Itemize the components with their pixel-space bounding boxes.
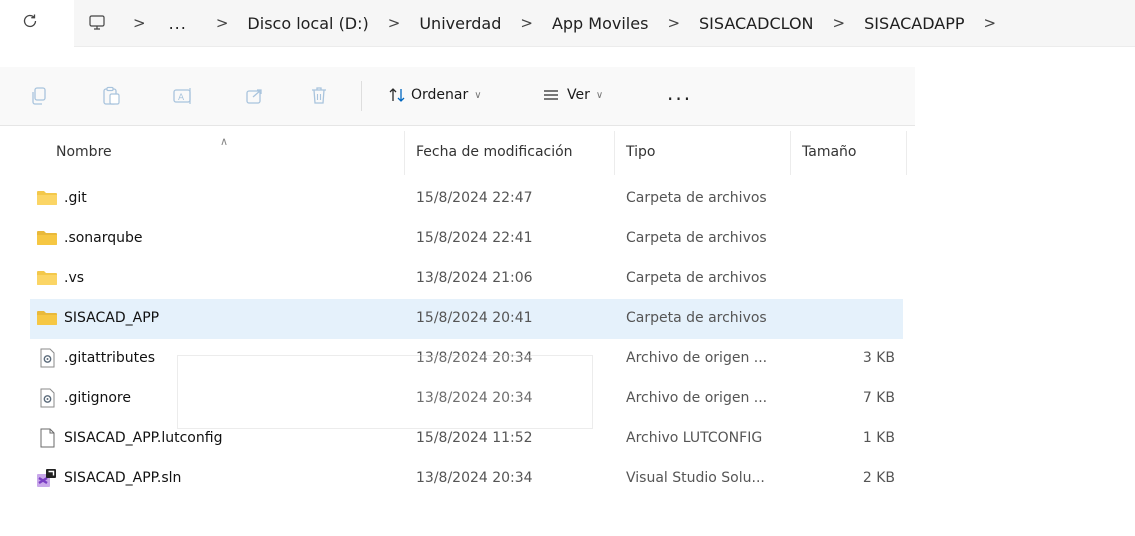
file-type: Archivo LUTCONFIG <box>626 430 763 446</box>
config-file-icon <box>36 348 58 368</box>
breadcrumb[interactable]: > ... > Disco local (D:) > Univerdad > A… <box>74 0 1135 47</box>
breadcrumb-overflow[interactable]: ... <box>169 14 187 33</box>
file-type: Archivo de origen ... <box>626 350 768 366</box>
list-item[interactable]: .vs 13/8/2024 21:06 Carpeta de archivos <box>30 259 903 299</box>
file-type: Carpeta de archivos <box>626 230 767 246</box>
column-divider[interactable] <box>906 131 907 175</box>
sort-icon <box>389 88 405 102</box>
file-name: SISACAD_APP <box>64 310 160 326</box>
breadcrumb-item-sisacadclon[interactable]: SISACADCLON <box>699 14 814 33</box>
file-size: 2 KB <box>862 470 895 486</box>
file-date: 15/8/2024 20:41 <box>416 310 533 326</box>
file-icon <box>36 428 58 448</box>
column-header-type[interactable]: Tipo <box>626 144 655 160</box>
sort-label: Ordenar <box>411 87 469 103</box>
file-type: Carpeta de archivos <box>626 270 767 286</box>
chevron-right-icon[interactable]: > <box>667 14 680 32</box>
column-divider[interactable] <box>404 131 405 175</box>
file-date: 15/8/2024 11:52 <box>416 430 533 446</box>
chevron-down-icon: ∨ <box>474 89 482 101</box>
folder-icon <box>36 188 58 208</box>
file-type: Visual Studio Solu... <box>626 470 765 486</box>
breadcrumb-item-app-moviles[interactable]: App Moviles <box>552 14 648 33</box>
svg-text:A: A <box>178 93 185 103</box>
file-type: Carpeta de archivos <box>626 310 767 326</box>
list-item[interactable]: SISACAD_APP.sln 13/8/2024 20:34 Visual S… <box>30 459 903 499</box>
refresh-icon[interactable] <box>19 10 41 32</box>
column-header-name[interactable]: Nombre <box>56 144 112 160</box>
file-type: Archivo de origen ... <box>626 390 768 406</box>
sort-ascending-icon: ∧ <box>220 135 229 148</box>
list-item[interactable]: .sonarqube 15/8/2024 22:41 Carpeta de ar… <box>30 219 903 259</box>
sort-button[interactable]: Ordenar ∨ <box>387 86 482 104</box>
view-button[interactable]: Ver ∨ <box>541 86 603 104</box>
list-item[interactable]: .git 15/8/2024 22:47 Carpeta de archivos <box>30 179 903 219</box>
delete-icon[interactable] <box>308 85 330 107</box>
chevron-right-icon[interactable]: > <box>216 14 229 32</box>
chevron-right-icon[interactable]: > <box>833 14 846 32</box>
column-header-date[interactable]: Fecha de modificación <box>416 144 573 160</box>
list-item-selected[interactable]: SISACAD_APP 15/8/2024 20:41 Carpeta de a… <box>30 299 903 339</box>
chevron-down-icon: ∨ <box>595 89 604 101</box>
chevron-right-icon[interactable]: > <box>133 14 146 32</box>
file-date: 13/8/2024 20:34 <box>416 470 533 486</box>
file-date: 13/8/2024 21:06 <box>416 270 533 286</box>
file-name: .sonarqube <box>64 230 143 246</box>
address-bar: > ... > Disco local (D:) > Univerdad > A… <box>0 0 1135 47</box>
file-date: 15/8/2024 22:47 <box>416 190 533 206</box>
file-name: SISACAD_APP.lutconfig <box>64 430 223 446</box>
breadcrumb-item-univerdad[interactable]: Univerdad <box>419 14 501 33</box>
rename-icon[interactable]: A <box>172 85 194 107</box>
chevron-right-icon[interactable]: > <box>984 14 997 32</box>
view-icon <box>544 90 558 100</box>
fading-tooltip <box>177 355 593 429</box>
file-name: SISACAD_APP.sln <box>64 470 182 486</box>
chevron-right-icon[interactable]: > <box>520 14 533 32</box>
command-bar: A Ordenar ∨ Ver ∨ ... <box>0 67 915 126</box>
config-file-icon <box>36 388 58 408</box>
paste-icon[interactable] <box>100 85 122 107</box>
column-header-row: ∧ Nombre Fecha de modificación Tipo Tama… <box>0 131 915 175</box>
column-divider[interactable] <box>614 131 615 175</box>
file-name: .vs <box>64 270 85 286</box>
column-divider[interactable] <box>790 131 791 175</box>
file-date: 15/8/2024 22:41 <box>416 230 533 246</box>
file-size: 1 KB <box>862 430 895 446</box>
folder-icon <box>36 268 58 288</box>
file-name: .gitignore <box>64 390 131 406</box>
file-name: .gitattributes <box>64 350 156 366</box>
share-icon[interactable] <box>244 85 266 107</box>
chevron-right-icon[interactable]: > <box>388 14 401 32</box>
copy-icon[interactable] <box>28 85 50 107</box>
more-options-button[interactable]: ... <box>667 81 692 105</box>
breadcrumb-item-sisacadapp[interactable]: SISACADAPP <box>864 14 964 33</box>
column-header-size[interactable]: Tamaño <box>802 144 856 160</box>
this-pc-icon[interactable] <box>86 12 108 34</box>
folder-icon <box>36 308 58 328</box>
breadcrumb-item-disco-local[interactable]: Disco local (D:) <box>247 14 368 33</box>
folder-icon <box>36 228 58 248</box>
file-list: .git 15/8/2024 22:47 Carpeta de archivos… <box>30 179 903 499</box>
file-type: Carpeta de archivos <box>626 190 767 206</box>
file-name: .git <box>64 190 87 206</box>
view-label: Ver <box>567 87 590 103</box>
file-size: 7 KB <box>862 390 895 406</box>
visual-studio-solution-icon <box>36 468 58 488</box>
toolbar-divider <box>361 81 362 111</box>
file-size: 3 KB <box>862 350 895 366</box>
